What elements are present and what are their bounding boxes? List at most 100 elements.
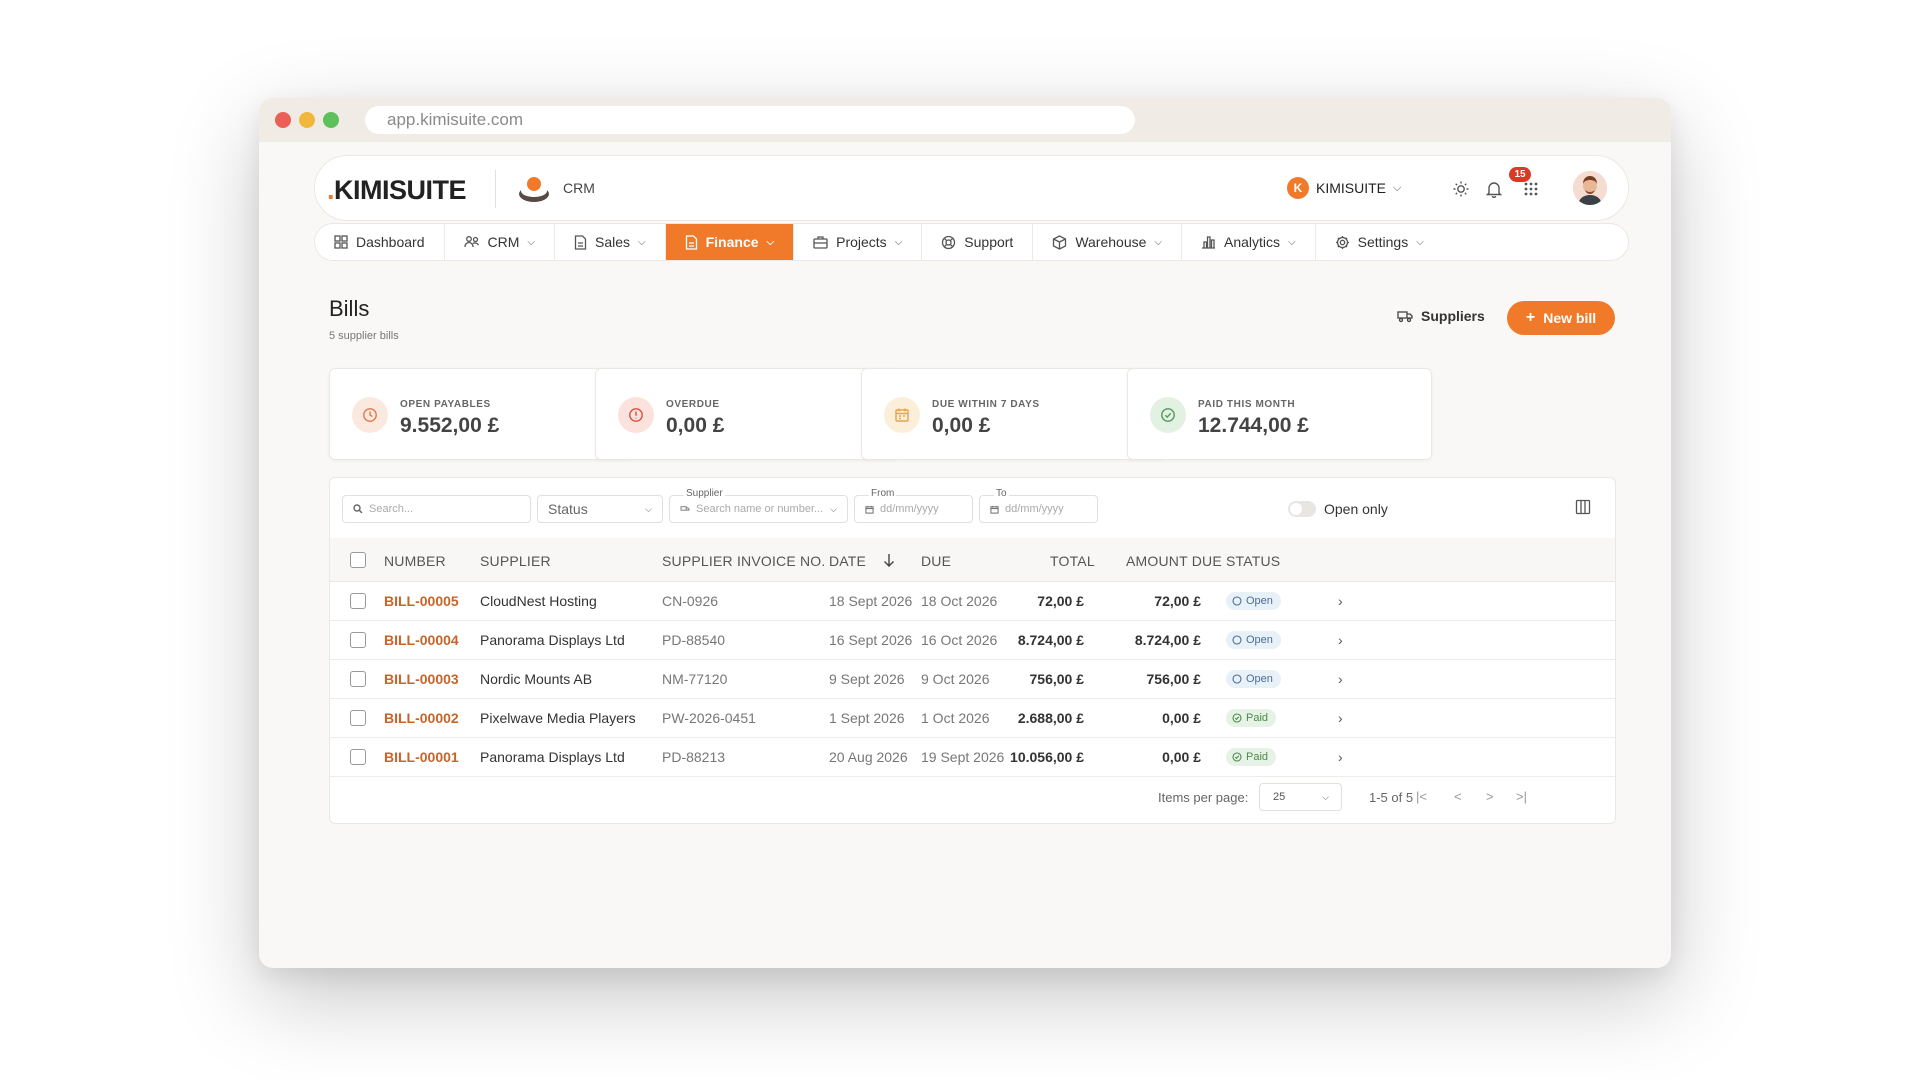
bill-number-link[interactable]: BILL-00005 [384, 593, 459, 609]
stat-value: 0,00 £ [666, 414, 725, 437]
bills-table-card: Search... Status ⌵ Supplier Search name … [329, 477, 1616, 824]
close-window-button[interactable] [275, 112, 291, 128]
table-row[interactable]: BILL-00004 Panorama Displays Ltd PD-88540 1… [330, 621, 1615, 660]
nav-item-dashboard[interactable]: Dashboard [315, 224, 445, 260]
nav-item-support[interactable]: Support [922, 224, 1034, 260]
app-logo[interactable]: .KIMISUITE [327, 175, 467, 206]
table-row[interactable]: BILL-00005 CloudNest Hosting CN-0926 18 Sep… [330, 582, 1615, 621]
dashboard-icon [334, 235, 348, 249]
plus-icon: + [1525, 309, 1536, 326]
sort-descending-icon[interactable] [883, 553, 895, 567]
bill-total: 72,00 £ [1037, 593, 1084, 609]
bill-number-link[interactable]: BILL-00004 [384, 632, 459, 648]
tenant-switcher[interactable]: K KIMISUITE ⌵ [1287, 177, 1401, 199]
last-page-button[interactable]: >| [1516, 789, 1527, 804]
user-avatar[interactable] [1573, 171, 1607, 205]
address-bar[interactable]: app.kimisuite.com [365, 106, 1135, 134]
supplier-invoice-no: PD-88213 [662, 749, 726, 765]
row-checkbox[interactable] [350, 593, 366, 609]
bill-number-link[interactable]: BILL-00002 [384, 710, 459, 726]
nav-item-warehouse[interactable]: Warehouse ⌵ [1033, 224, 1182, 260]
stat-card-paid-this-month: PAID THIS MONTH 12.744,00 £ [1127, 368, 1432, 460]
stat-card-overdue: OVERDUE 0,00 £ [595, 368, 900, 460]
new-bill-button[interactable]: + New bill [1507, 301, 1615, 335]
status-select[interactable]: Status ⌵ [537, 495, 663, 523]
nav-item-projects[interactable]: Projects ⌵ [794, 224, 923, 260]
search-placeholder: Search... [369, 503, 414, 515]
bill-number-link[interactable]: BILL-00003 [384, 671, 459, 687]
column-date[interactable]: DATE [829, 553, 866, 569]
chevron-right-icon[interactable]: › [1338, 749, 1343, 765]
tenant-avatar: K [1287, 177, 1309, 199]
row-checkbox[interactable] [350, 749, 366, 765]
column-supplier[interactable]: SUPPLIER [480, 553, 551, 569]
page-range: 1-5 of 5 [1369, 790, 1414, 805]
table-row[interactable]: BILL-00001 Panorama Displays Ltd PD-88213 2… [330, 738, 1615, 777]
calendar-icon [865, 505, 874, 514]
select-all-checkbox[interactable] [350, 552, 366, 568]
nav-item-label: Dashboard [356, 234, 425, 250]
table-header: NUMBER SUPPLIER SUPPLIER INVOICE NO. DAT… [330, 538, 1615, 582]
suppliers-button[interactable]: Suppliers [1397, 308, 1485, 324]
bill-number-link[interactable]: BILL-00001 [384, 749, 459, 765]
stat-card-due-within-7-days: DUE WITHIN 7 DAYS 0,00 £ [861, 368, 1166, 460]
nav-item-analytics[interactable]: Analytics ⌵ [1182, 224, 1316, 260]
prev-page-button[interactable]: < [1454, 789, 1462, 804]
check-circle-icon [1150, 397, 1186, 433]
new-bill-label: New bill [1543, 310, 1597, 326]
chevron-down-icon: ⌵ [1322, 792, 1329, 802]
to-date-input[interactable]: To dd/mm/yyyy [979, 488, 1098, 523]
column-invoice-no[interactable]: SUPPLIER INVOICE NO. [662, 553, 825, 569]
from-date-input[interactable]: From dd/mm/yyyy [854, 488, 973, 523]
column-amount-due[interactable]: AMOUNT DUE [1126, 553, 1222, 569]
notifications-button[interactable] [1481, 176, 1507, 202]
circle-icon [1232, 596, 1242, 606]
status-text: Open [1246, 673, 1273, 685]
bill-amount-due: 8.724,00 £ [1134, 632, 1201, 648]
table-row[interactable]: BILL-00002 Pixelwave Media Players PW-2026… [330, 699, 1615, 738]
supplier-invoice-no: PW-2026-0451 [662, 710, 756, 726]
from-date-placeholder: dd/mm/yyyy [880, 503, 939, 515]
column-status[interactable]: STATUS [1226, 553, 1280, 569]
nav-item-settings[interactable]: Settings ⌵ [1316, 224, 1443, 260]
first-page-button[interactable]: |< [1416, 789, 1427, 804]
supplier-select[interactable]: Supplier Search name or number... ⌵ [669, 488, 848, 523]
minimize-window-button[interactable] [299, 112, 315, 128]
row-checkbox[interactable] [350, 671, 366, 687]
bill-due-date: 1 Oct 2026 [921, 710, 990, 726]
status-text: Open [1246, 634, 1273, 646]
chevron-down-icon: ⌵ [1416, 236, 1424, 248]
chevron-right-icon[interactable]: › [1338, 632, 1343, 648]
chevron-right-icon[interactable]: › [1338, 710, 1343, 726]
apps-button[interactable] [1518, 176, 1544, 202]
search-input[interactable]: Search... [342, 495, 531, 523]
stat-label: OPEN PAYABLES [400, 399, 491, 410]
column-number[interactable]: NUMBER [384, 553, 446, 569]
chevron-down-icon: ⌵ [894, 236, 903, 248]
chevron-right-icon[interactable]: › [1338, 671, 1343, 687]
open-only-label: Open only [1324, 501, 1388, 517]
nav-item-label: CRM [487, 234, 520, 250]
nav-item-label: Sales [594, 234, 631, 250]
nav-item-finance[interactable]: Finance ⌵ [665, 224, 795, 260]
open-only-toggle[interactable] [1288, 501, 1316, 517]
maximize-window-button[interactable] [323, 112, 339, 128]
status-select-label: Status [548, 501, 588, 517]
nav-item-crm[interactable]: CRM ⌵ [445, 224, 555, 260]
items-per-page-select[interactable]: 25 ⌵ [1259, 783, 1342, 811]
columns-icon[interactable] [1575, 499, 1591, 515]
status-badge: Open [1226, 670, 1281, 688]
row-checkbox[interactable] [350, 710, 366, 726]
chevron-right-icon[interactable]: › [1338, 593, 1343, 609]
check-circle-icon [1232, 752, 1242, 762]
next-page-button[interactable]: > [1486, 789, 1494, 804]
nav-item-sales[interactable]: Sales ⌵ [555, 224, 666, 260]
check-circle-icon [1232, 713, 1242, 723]
table-row[interactable]: BILL-00003 Nordic Mounts AB NM-77120 9 Sept… [330, 660, 1615, 699]
column-due[interactable]: DUE [921, 553, 951, 569]
row-checkbox[interactable] [350, 632, 366, 648]
theme-toggle-button[interactable] [1448, 176, 1474, 202]
column-total[interactable]: TOTAL [1050, 553, 1095, 569]
chevron-down-icon: ⌵ [1154, 236, 1162, 248]
stat-value: 12.744,00 £ [1198, 414, 1309, 437]
